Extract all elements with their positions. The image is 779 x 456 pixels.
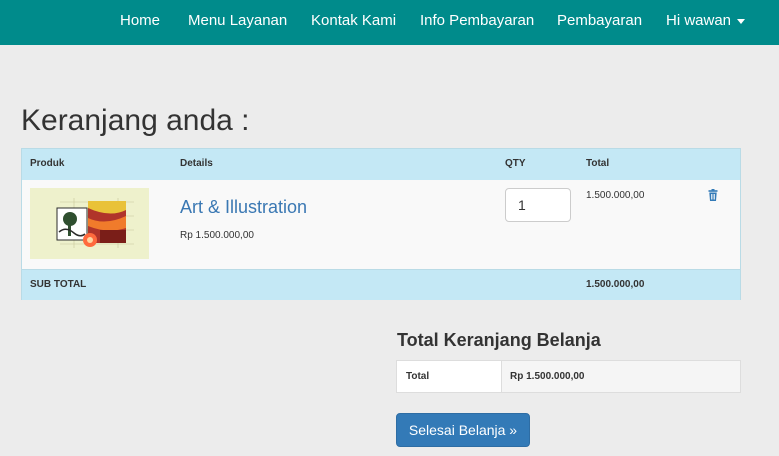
finish-shopping-button[interactable]: Selesai Belanja » [396, 413, 530, 447]
product-name-link[interactable]: Art & Illustration [180, 197, 307, 218]
subtotal-label: SUB TOTAL [30, 279, 87, 290]
row-total: 1.500.000,00 [586, 190, 645, 201]
user-menu-label: Hi wawan [666, 12, 732, 29]
caret-down-icon [737, 18, 746, 24]
header-details: Details [180, 158, 213, 169]
summary-total-label: Total [406, 371, 430, 382]
nav-pembayaran[interactable]: Pembayaran [557, 12, 642, 29]
header-qty: QTY [505, 158, 526, 169]
nav-home[interactable]: Home [120, 12, 160, 29]
cart-summary-table: Total Rp 1.500.000,00 [396, 360, 741, 393]
cart-table-footer: SUB TOTAL 1.500.000,00 [22, 269, 740, 300]
cart-table-header: Produk Details QTY Total [22, 149, 740, 181]
cart-summary-title: Total Keranjang Belanja [397, 330, 601, 350]
header-total: Total [586, 158, 610, 169]
page-title: Keranjang anda : [21, 104, 250, 137]
product-thumbnail[interactable] [30, 188, 149, 259]
art-illustration-image [30, 188, 149, 259]
summary-label-cell: Total [397, 361, 502, 392]
nav-menu-layanan[interactable]: Menu Layanan [188, 12, 287, 29]
trash-icon[interactable] [708, 189, 718, 201]
table-row: Art & Illustration Rp 1.500.000,00 1.500… [22, 180, 740, 269]
cart-table: Produk Details QTY Total Art & Illustrat… [21, 148, 741, 300]
product-price: Rp 1.500.000,00 [180, 230, 254, 241]
summary-total-value: Rp 1.500.000,00 [510, 371, 585, 382]
header-produk: Produk [30, 158, 65, 169]
quantity-input[interactable] [505, 188, 571, 222]
user-menu-dropdown[interactable]: Hi wawan [666, 12, 746, 29]
nav-kontak-kami[interactable]: Kontak Kami [311, 12, 396, 29]
top-navbar: Home Menu Layanan Kontak Kami Info Pemba… [0, 0, 779, 45]
subtotal-value: 1.500.000,00 [586, 279, 645, 290]
nav-info-pembayaran[interactable]: Info Pembayaran [420, 12, 534, 29]
